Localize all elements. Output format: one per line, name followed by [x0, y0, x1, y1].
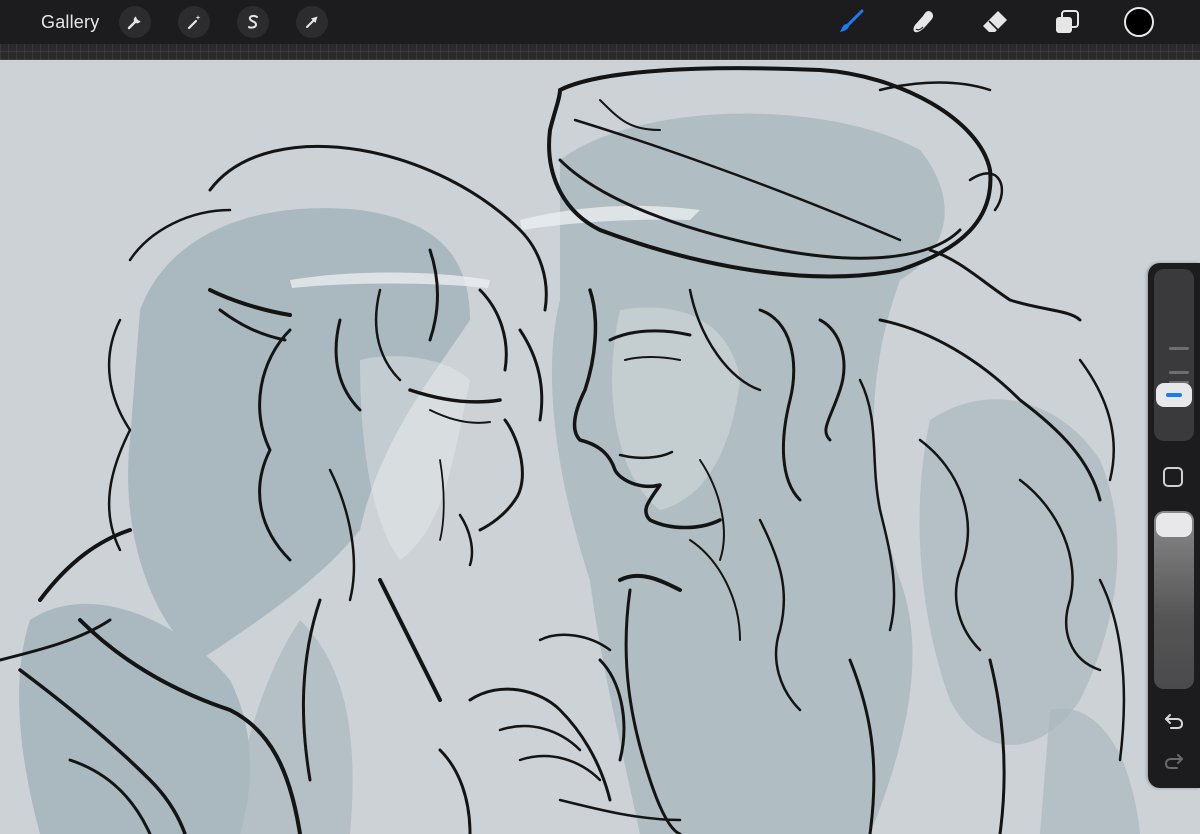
actions-button[interactable]	[119, 6, 152, 38]
layers-tool-button[interactable]	[1052, 7, 1082, 37]
toolbar-left-group: Gallery	[0, 6, 355, 38]
magic-wand-icon	[188, 15, 201, 30]
toolbar-shadow-strip	[0, 44, 1200, 60]
adjustments-button[interactable]	[178, 6, 211, 38]
brush-size-slider[interactable]	[1154, 269, 1194, 441]
arrow-cursor-icon	[306, 16, 318, 28]
transform-button[interactable]	[296, 6, 329, 38]
gallery-button[interactable]: Gallery	[41, 12, 99, 33]
wrench-icon	[128, 16, 141, 30]
smudge-tool-button[interactable]	[908, 7, 938, 37]
undo-button[interactable]	[1162, 709, 1186, 733]
brush-opacity-slider[interactable]	[1154, 511, 1194, 689]
brush-sidebar	[1148, 263, 1200, 788]
selection-button[interactable]	[237, 6, 270, 38]
modify-button[interactable]	[1163, 467, 1183, 487]
brush-size-thumb[interactable]	[1156, 383, 1192, 408]
eraser-tool-button[interactable]	[980, 7, 1010, 37]
eraser-icon	[983, 11, 1007, 32]
top-toolbar: Gallery	[0, 0, 1200, 44]
redo-button[interactable]	[1162, 749, 1186, 773]
layers-icon	[1056, 10, 1079, 33]
toolbar-right-group	[836, 0, 1154, 44]
redo-icon	[1164, 754, 1183, 769]
undo-icon	[1165, 714, 1184, 729]
drawing-canvas[interactable]	[0, 60, 1200, 834]
sketch-artwork	[0, 66, 1140, 834]
color-picker-button[interactable]	[1124, 7, 1154, 37]
s-curve-icon	[248, 14, 259, 29]
size-thumb-indicator	[1166, 393, 1182, 398]
brush-opacity-thumb[interactable]	[1156, 513, 1192, 537]
smudge-icon	[913, 11, 933, 33]
brush-tool-button[interactable]	[836, 7, 866, 37]
brush-icon	[840, 9, 864, 32]
